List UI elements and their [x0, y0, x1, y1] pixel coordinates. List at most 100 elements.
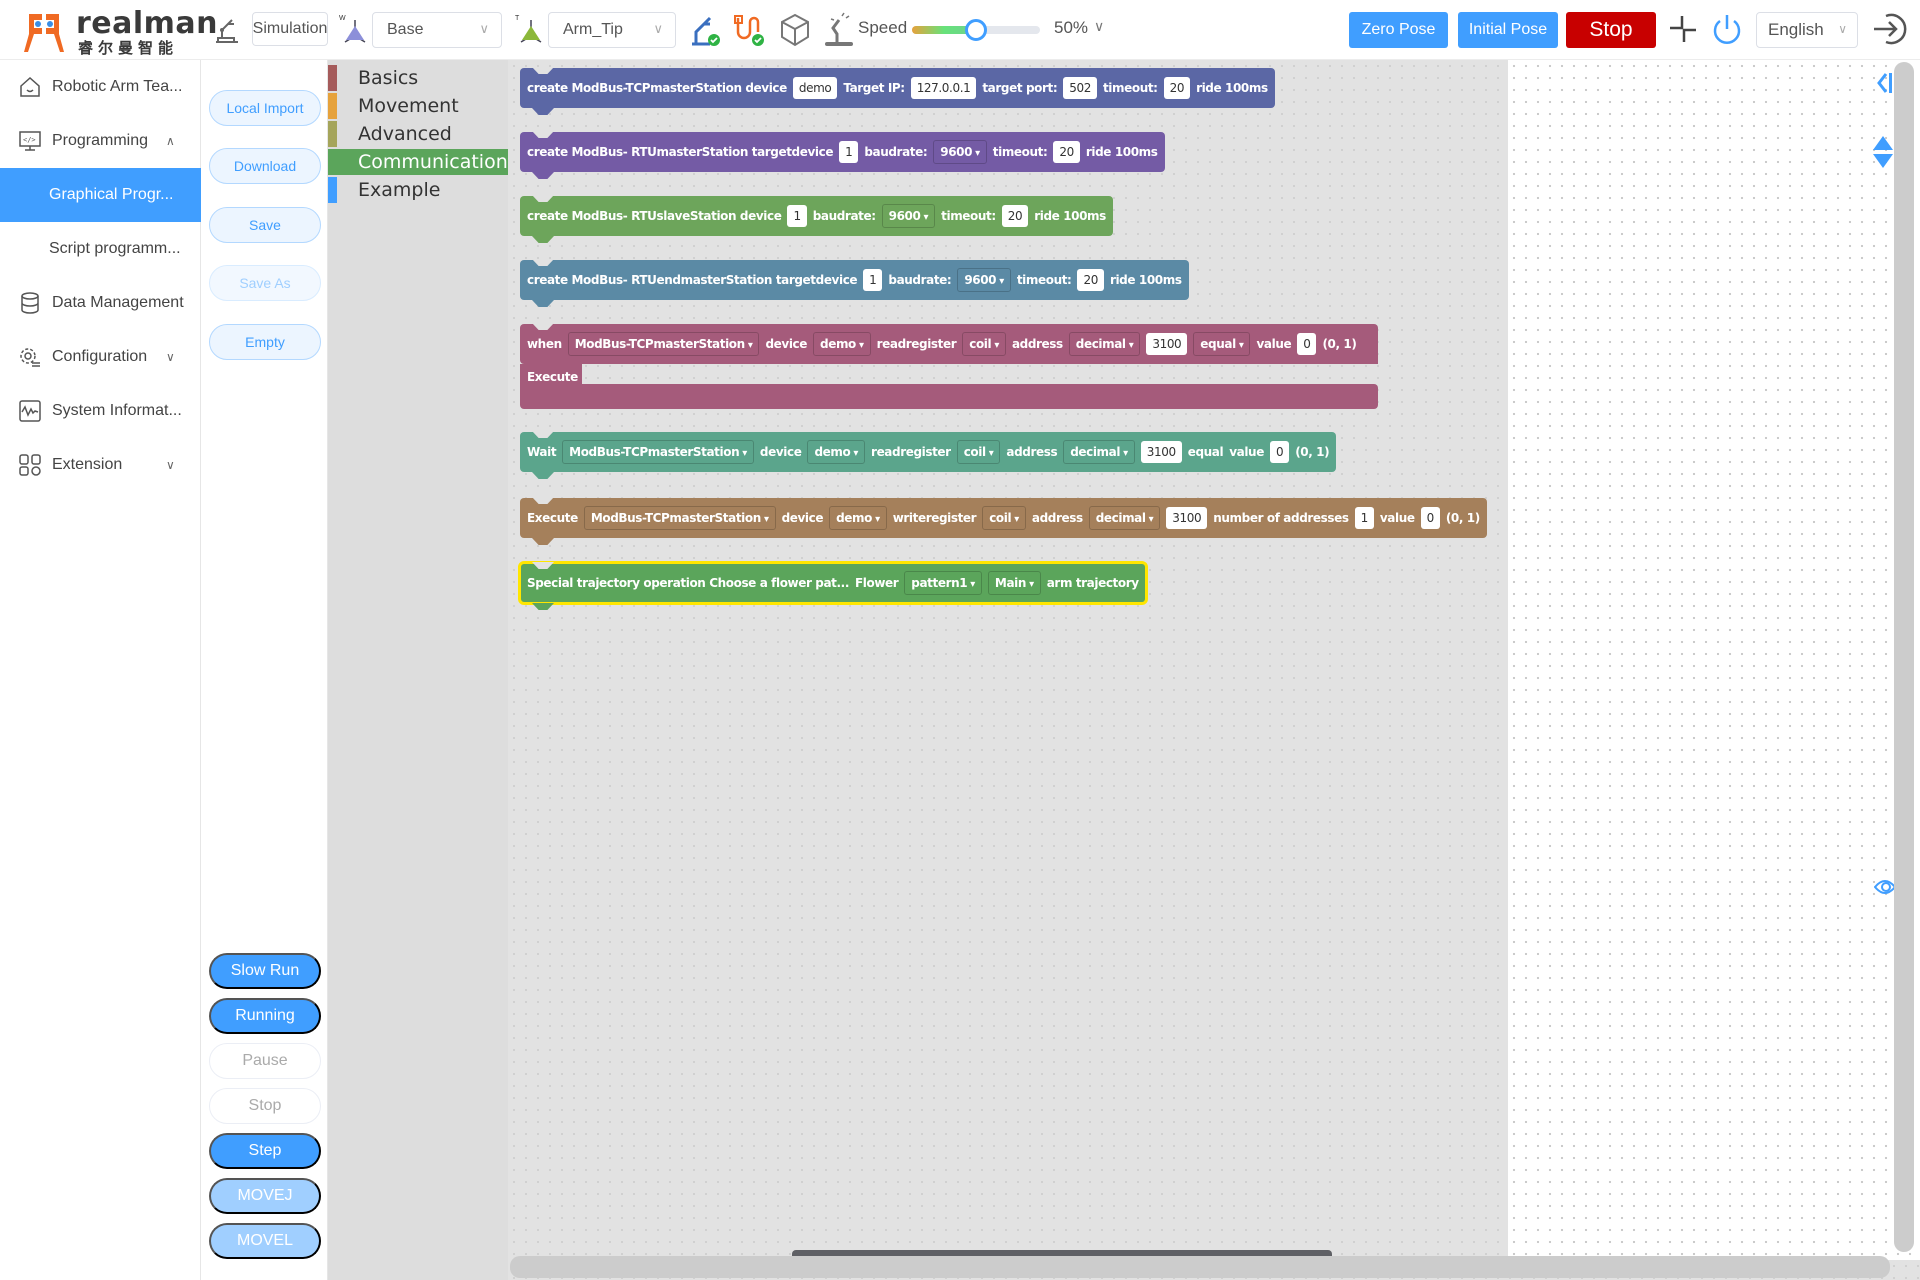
collapse-icon[interactable] [1668, 14, 1698, 44]
step-button[interactable]: Step [209, 1133, 321, 1169]
zoom-up-down-icon[interactable] [1872, 134, 1894, 170]
block-execute-write-register[interactable]: Execute ModBus-TCPmasterStation device d… [520, 498, 1487, 545]
address-count-input[interactable]: 1 [1354, 507, 1374, 529]
comparison-dropdown[interactable]: equal [1193, 332, 1251, 356]
block-text: equal [1187, 445, 1224, 459]
address-input[interactable]: 3100 [1140, 441, 1182, 463]
register-type-dropdown[interactable]: coil [956, 440, 1001, 464]
sidebar-item-programming[interactable]: </> Programming ∧ [0, 114, 201, 168]
target-device-input[interactable]: 1 [863, 269, 883, 291]
save-as-button[interactable]: Save As [209, 265, 321, 301]
pattern-dropdown[interactable]: pattern1 [904, 571, 982, 595]
workspace-vertical-scrollbar[interactable] [1894, 62, 1914, 1252]
sidebar-item-system-information[interactable]: System Informat... [0, 384, 201, 438]
timeout-input[interactable]: 20 [1001, 205, 1029, 227]
zero-pose-button[interactable]: Zero Pose [1349, 12, 1448, 48]
block-when-modbus-condition[interactable]: when ModBus-TCPmasterStation device demo… [520, 324, 1378, 409]
work-frame-select[interactable]: Base ∨ [372, 12, 502, 48]
emergency-stop-button[interactable]: Stop [1566, 12, 1656, 48]
arm-connected-icon[interactable] [688, 12, 722, 48]
block-wait-modbus[interactable]: Wait ModBus-TCPmasterStation device demo… [520, 432, 1337, 479]
sidebar-item-robotic-arm-teaching[interactable]: Robotic Arm Tea... [0, 60, 201, 114]
station-dropdown[interactable]: ModBus-TCPmasterStation [562, 440, 754, 464]
block-text: target port: [982, 81, 1058, 95]
value-input[interactable]: 0 [1297, 333, 1317, 355]
address-format-dropdown[interactable]: decimal [1088, 506, 1161, 530]
block-create-rtu-end-master[interactable]: create ModBus- RTUendmasterStation targe… [520, 260, 1189, 307]
device-dropdown[interactable]: demo [813, 332, 871, 356]
mode-indicator[interactable]: Simulation [252, 12, 328, 46]
station-dropdown[interactable]: ModBus-TCPmasterStation [583, 506, 776, 530]
category-label: Advanced [358, 123, 452, 145]
baudrate-dropdown[interactable]: 9600 [933, 140, 987, 164]
timeout-input[interactable]: 20 [1053, 141, 1080, 163]
stop-program-button[interactable]: Stop [209, 1088, 321, 1124]
timeout-input[interactable]: 20 [1163, 77, 1191, 99]
device-dropdown[interactable]: demo [807, 440, 866, 464]
language-select[interactable]: English ∨ [1756, 12, 1858, 48]
baudrate-dropdown[interactable]: 9600 [881, 204, 936, 228]
movel-button[interactable]: MOVEL [209, 1223, 321, 1259]
value-input[interactable]: 0 [1269, 441, 1290, 463]
sidebar-item-extension[interactable]: Extension ∨ [0, 438, 201, 492]
block-text: ride 100ms [1085, 145, 1158, 159]
device-dropdown[interactable]: demo [829, 506, 887, 530]
address-input[interactable]: 3100 [1166, 507, 1208, 529]
download-button[interactable]: Download [209, 148, 321, 184]
arm-dropdown[interactable]: Main [987, 571, 1041, 595]
baudrate-dropdown[interactable]: 9600 [957, 268, 1011, 292]
block-text: ride 100ms [1109, 273, 1182, 287]
device-name-input[interactable]: demo [792, 77, 838, 99]
speed-slider-thumb[interactable] [965, 19, 987, 41]
target-device-input[interactable]: 1 [839, 141, 859, 163]
initial-pose-button[interactable]: Initial Pose [1458, 12, 1558, 48]
block-special-trajectory[interactable]: Special trajectory operation Choose a fl… [518, 561, 1148, 610]
target-ip-input[interactable]: 127.0.0.1 [910, 77, 977, 99]
address-format-dropdown[interactable]: decimal [1068, 332, 1141, 356]
visibility-eye-icon[interactable] [1873, 878, 1897, 896]
timeout-input[interactable]: 20 [1077, 269, 1104, 291]
category-example[interactable]: Example [328, 177, 508, 203]
speed-slider[interactable] [912, 19, 1040, 41]
target-port-input[interactable]: 502 [1063, 77, 1097, 99]
running-button[interactable]: Running [209, 998, 321, 1034]
device-input[interactable]: 1 [787, 205, 807, 227]
3d-model-icon[interactable] [778, 12, 812, 48]
tool-frame-select[interactable]: Arm_Tip ∨ [548, 12, 676, 48]
sidebar-item-configuration[interactable]: Configuration ∨ [0, 330, 201, 384]
sidebar-item-data-management[interactable]: Data Management [0, 276, 201, 330]
sidebar-item-graphical-programming[interactable]: Graphical Progr... [0, 168, 201, 222]
block-text: device [765, 337, 808, 351]
category-communication[interactable]: Communication [328, 149, 508, 175]
power-icon[interactable] [1710, 12, 1744, 48]
block-create-tcp-master[interactable]: create ModBus-TCPmasterStation device de… [520, 68, 1275, 115]
speed-dropdown-chevron-icon[interactable]: ∨ [1094, 18, 1104, 35]
collapse-panel-icon[interactable] [1874, 68, 1894, 98]
block-create-rtu-master[interactable]: create ModBus- RTUmasterStation targetde… [520, 132, 1165, 179]
local-import-button[interactable]: Local Import [209, 90, 321, 126]
logout-icon[interactable] [1870, 10, 1908, 48]
slow-run-button[interactable]: Slow Run [209, 953, 321, 989]
save-button[interactable]: Save [209, 207, 321, 243]
sidebar-item-script-programming[interactable]: Script programm... [0, 222, 201, 276]
movej-button[interactable]: MOVEJ [209, 1178, 321, 1214]
address-format-dropdown[interactable]: decimal [1063, 440, 1135, 464]
category-basics[interactable]: Basics [328, 65, 508, 91]
io-connected-icon[interactable] [732, 12, 766, 48]
category-advanced[interactable]: Advanced [328, 121, 508, 147]
empty-button[interactable]: Empty [209, 324, 321, 360]
blockly-workspace[interactable]: create ModBus-TCPmasterStation device de… [508, 60, 1920, 1280]
block-text: baudrate: [888, 273, 952, 287]
workspace-horizontal-scrollbar[interactable] [510, 1256, 1890, 1278]
register-type-dropdown[interactable]: coil [982, 506, 1026, 530]
category-color-swatch [328, 177, 337, 203]
robot-arm-mode-icon[interactable] [212, 14, 240, 46]
block-create-rtu-slave[interactable]: create ModBus- RTUslaveStation device 1 … [520, 196, 1113, 243]
pause-button[interactable]: Pause [209, 1043, 321, 1079]
value-input[interactable]: 0 [1420, 507, 1440, 529]
category-movement[interactable]: Movement [328, 93, 508, 119]
teach-arm-icon[interactable] [822, 12, 856, 48]
address-input[interactable]: 3100 [1146, 333, 1188, 355]
register-type-dropdown[interactable]: coil [962, 332, 1006, 356]
station-dropdown[interactable]: ModBus-TCPmasterStation [567, 332, 760, 356]
